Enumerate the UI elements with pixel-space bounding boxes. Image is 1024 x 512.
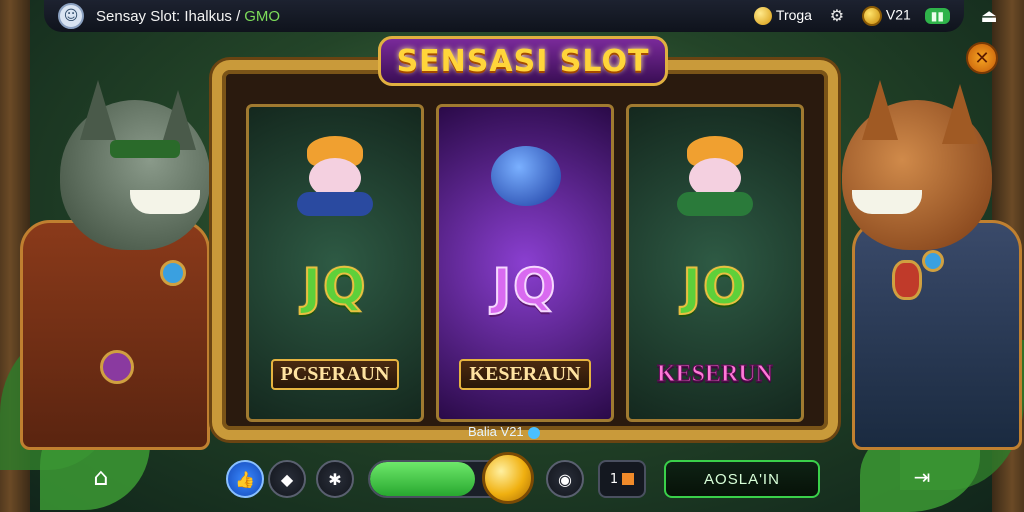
autoplay-button[interactable]: ✱ [316, 460, 354, 498]
coin-value: V21 [885, 6, 911, 23]
reel-3: JO KESERUN [626, 104, 804, 422]
reel-symbol-text: JO [681, 257, 748, 317]
coin-counter[interactable]: V21 [861, 6, 911, 26]
title-suffix: GMO [244, 7, 281, 25]
bet-indicator: Balia V21 [468, 424, 540, 439]
info-icon[interactable] [527, 426, 540, 439]
thumbs-up-icon: 👍 [235, 469, 255, 489]
square-button-label: 1 [609, 471, 619, 487]
game-title: Sensay Slot: Ihalkus / GMO [96, 8, 280, 25]
reel-symbol-text: JQ [491, 257, 558, 317]
spin-button[interactable] [482, 452, 534, 504]
square-button[interactable]: 1 [598, 460, 646, 498]
sound-button[interactable]: ◉ [546, 460, 584, 498]
title-label: Sensay Slot: Ihalkus / [96, 7, 241, 25]
reel-1: JQ PCSERAUN [246, 104, 424, 422]
bet-slider-fill [370, 462, 476, 496]
close-button[interactable]: ✕ [966, 42, 998, 74]
slot-machine-frame: JQ PCSERAUN JQ KESERAUN JO KESERUN [212, 60, 838, 440]
like-button[interactable]: 👍 [226, 460, 264, 498]
home-icon[interactable]: ⌂ [86, 462, 116, 492]
fox-warrior-right [832, 80, 1022, 450]
bet-label: Balia V21 [468, 424, 524, 439]
reel-symbol-label: KESERAUN [459, 358, 591, 390]
avatar[interactable]: ☺ [58, 3, 84, 29]
gem-counter[interactable]: Troga [754, 6, 812, 26]
wolf-warrior-left [10, 80, 220, 450]
reel-symbol-label: KESERUN [656, 360, 774, 387]
speaker-icon: ◉ [558, 469, 572, 489]
reel-2: JQ KESERAUN [436, 104, 614, 422]
diamond-button[interactable]: ◆ [268, 460, 306, 498]
jester-creature-symbol [667, 136, 763, 217]
square-icon [622, 473, 635, 485]
blue-blob-symbol [477, 136, 573, 216]
exit-icon[interactable]: ⏏ [974, 2, 1004, 30]
diamond-icon: ◆ [280, 469, 294, 489]
reel-symbol-label: PCSERAUN [270, 358, 400, 390]
add-coins-button[interactable]: ▮▮ [924, 8, 950, 24]
action-button[interactable]: AOSLA'IN [664, 460, 820, 498]
jester-creature-symbol [287, 136, 383, 217]
asterisk-icon: ✱ [328, 469, 342, 489]
game-logo: SENSASI SLOT [378, 36, 668, 86]
coin-icon [861, 6, 882, 26]
reel-symbol-text: JQ [301, 257, 368, 317]
gem-label: Troga [775, 6, 812, 23]
gear-icon[interactable]: ⚙ [826, 5, 848, 27]
portal-icon[interactable]: ⇥ [906, 462, 938, 492]
top-bar: ☺ Sensay Slot: Ihalkus / GMO Troga ⚙ V21 … [44, 0, 964, 32]
top-status: Troga ⚙ V21 ▮▮ [754, 5, 950, 27]
close-icon: ✕ [974, 47, 990, 69]
gem-icon [754, 7, 773, 26]
